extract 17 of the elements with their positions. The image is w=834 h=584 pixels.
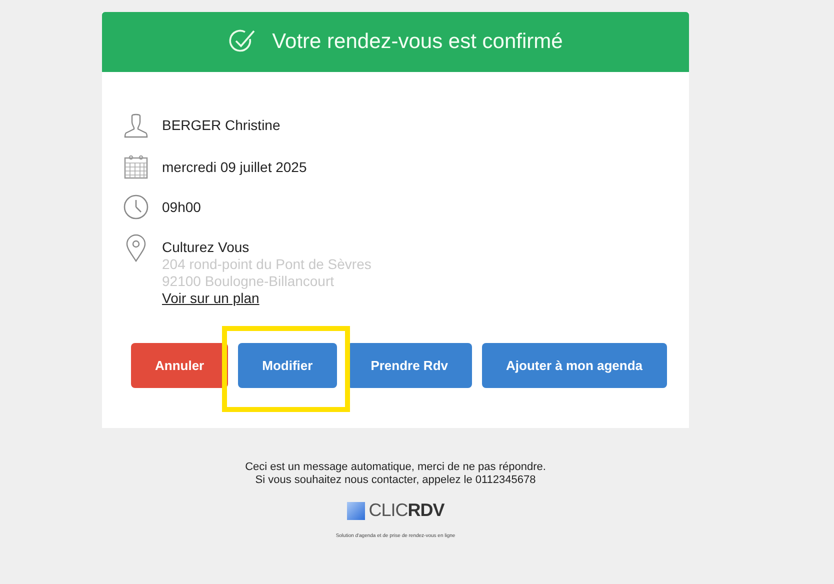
appointment-time: 09h00 (162, 199, 201, 216)
person-icon (122, 112, 150, 140)
footer-notice: Ceci est un message automatique, merci de ne pas répondre. (245, 461, 546, 474)
logo-mark-icon (346, 502, 365, 520)
venue-name: Culturez Vous (162, 239, 250, 256)
action-button[interactable]: Ajouter à mon agenda (482, 343, 667, 388)
client-name: BERGER Christine (162, 117, 280, 134)
brand-logo: CLICRDV (368, 500, 444, 521)
cancel-button[interactable]: Annuler (131, 343, 228, 388)
footer-notice: Si vous souhaitez nous contacter, appelez le 0112345678 (254, 474, 537, 487)
action-button[interactable]: Modifier (238, 343, 337, 388)
confirmation-title: Votre rendez-vous est confirmé (272, 30, 563, 54)
appointment-date: mercredi 09 juillet 2025 (162, 159, 307, 176)
clock-icon (123, 194, 149, 220)
calendar-icon (123, 154, 149, 180)
map-pin-icon (125, 234, 147, 262)
map-link[interactable]: Voir sur un plan (162, 290, 260, 306)
